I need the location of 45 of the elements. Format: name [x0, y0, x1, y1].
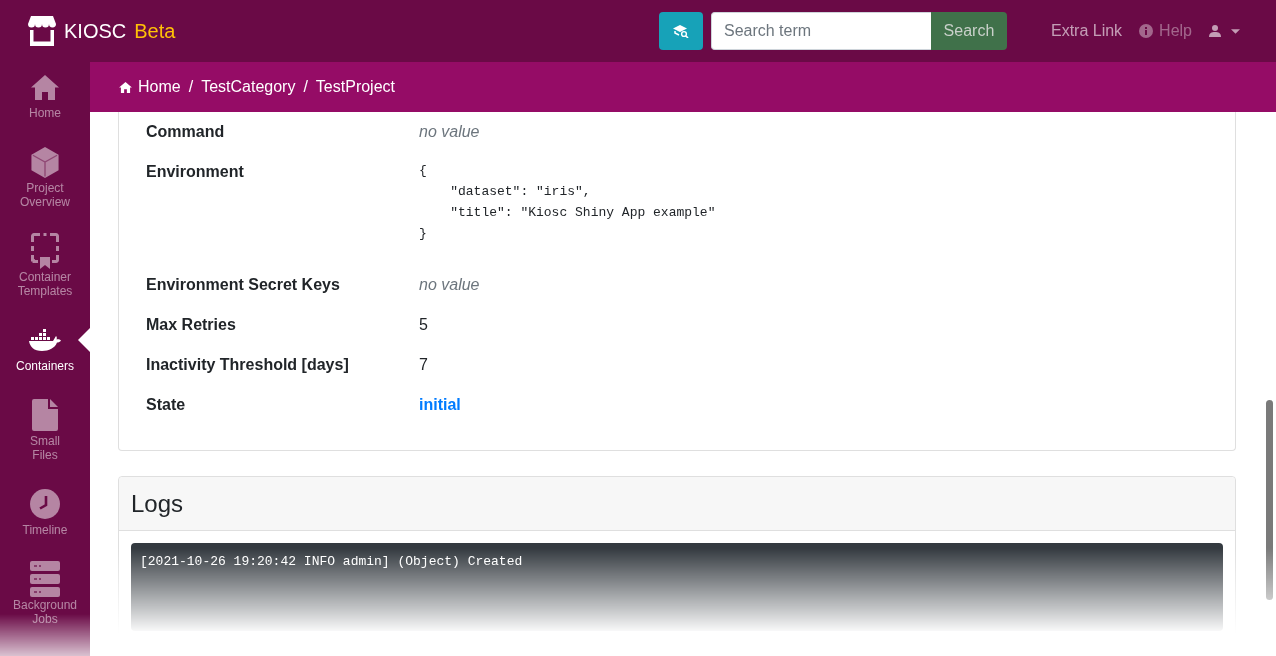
log-line: [2021-10-26 19:20:42 INFO admin] (Object) Created	[140, 553, 523, 571]
json-text: { "dataset": "iris", "title": "Kiosc Shiny App example" }	[419, 162, 717, 243]
field-label: Inactivity Threshold [days]	[146, 355, 350, 375]
caret-icon	[1231, 28, 1240, 34]
breadcrumb-link[interactable]: TestCategory	[201, 78, 296, 96]
field-label: Max Retries	[146, 315, 237, 335]
sidebar-item[interactable]: Timeline	[0, 479, 90, 554]
field-value: 5	[419, 315, 429, 335]
search-icon	[672, 24, 689, 38]
whale-icon	[29, 329, 61, 351]
state-value: initial	[419, 396, 461, 413]
field-value: no value	[419, 275, 481, 295]
sidebar-item[interactable]: Background Jobs	[0, 554, 90, 643]
home-icon	[31, 74, 59, 100]
sidebar-item[interactable]: Home	[0, 62, 90, 137]
field-value: 7	[419, 355, 429, 375]
info-icon	[1139, 24, 1154, 38]
person-icon	[1209, 25, 1221, 37]
scrollbar-thumb[interactable]	[1266, 400, 1273, 600]
cube-icon	[31, 146, 59, 178]
search-field[interactable]: Search term	[710, 12, 931, 50]
home-icon	[119, 81, 132, 93]
breadcrumb-separator: /	[187, 78, 195, 96]
user-menu-button[interactable]	[1209, 25, 1240, 37]
breadcrumb-separator: /	[302, 78, 309, 96]
store-icon	[28, 16, 56, 46]
sidebar-item[interactable]: Small Files	[0, 390, 90, 479]
breadcrumb-current: TestProject	[315, 78, 395, 96]
dashed-frame-icon	[31, 233, 59, 269]
file-icon	[32, 399, 58, 431]
clock-icon	[30, 489, 60, 519]
search-button[interactable]: Search	[930, 12, 1007, 50]
search-options-button[interactable]	[658, 12, 703, 50]
field-label: State	[146, 395, 187, 415]
field-label: Environment	[146, 162, 245, 182]
nav-link[interactable]: Extra Link	[1050, 22, 1123, 40]
field-label: Command	[146, 122, 226, 142]
field-value: no value	[419, 122, 481, 142]
sidebar-item[interactable]: Container Templates	[0, 226, 90, 315]
field-label: Environment Secret Keys	[146, 275, 341, 295]
server-icon	[30, 561, 60, 597]
card-title: Logs	[131, 489, 184, 518]
brand-link[interactable]: KIOSC Beta	[28, 16, 176, 46]
sidebar-item[interactable]: Project Overview	[0, 137, 90, 226]
breadcrumb-link[interactable]: Home	[119, 78, 181, 96]
